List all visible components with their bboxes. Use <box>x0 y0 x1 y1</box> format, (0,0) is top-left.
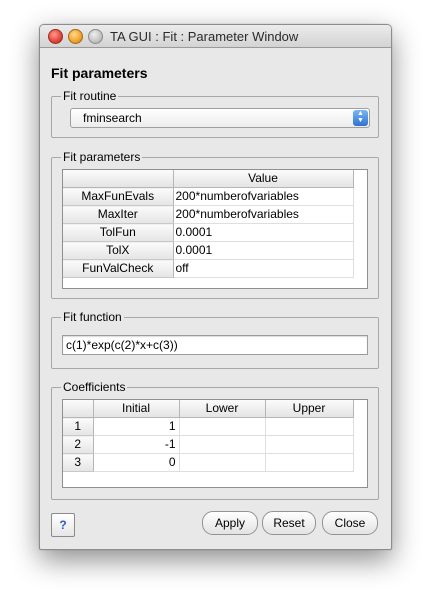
param-name: MaxIter <box>63 205 174 224</box>
minimize-window-icon[interactable] <box>68 29 83 44</box>
upper-column-header: Upper <box>265 400 354 418</box>
value-column-header: Value <box>173 170 354 188</box>
coefficients-group: Coefficients Initial Lower Upper 1 1 2 -… <box>51 380 379 500</box>
table-row: MaxIter 200*numberofvariables <box>63 205 354 224</box>
updown-arrows-icon: ▲ ▼ <box>353 110 368 126</box>
table-row: 3 0 <box>63 453 354 472</box>
help-button[interactable]: ? <box>51 513 75 537</box>
lower-cell[interactable] <box>179 435 266 454</box>
table-row: MaxFunEvals 200*numberofvariables <box>63 187 354 206</box>
table-row: FunValCheck off <box>63 259 354 278</box>
row-index: 1 <box>63 417 94 436</box>
page-title: Fit parameters <box>51 65 148 81</box>
initial-cell[interactable]: 1 <box>93 417 180 436</box>
lower-cell[interactable] <box>179 417 266 436</box>
param-value-cell[interactable]: 0.0001 <box>173 223 354 242</box>
fit-routine-group: Fit routine fminsearch ▲ ▼ <box>51 89 379 138</box>
lower-column-header: Lower <box>179 400 266 418</box>
fit-parameters-group: Fit parameters Value MaxFunEvals 200*num… <box>51 150 379 299</box>
fit-function-group: Fit function c(1)*exp(c(2)*x+c(3)) <box>51 310 379 369</box>
parameter-window: TA GUI : Fit : Parameter Window Fit para… <box>39 24 392 550</box>
upper-cell[interactable] <box>265 417 354 436</box>
coefficients-legend: Coefficients <box>61 380 128 394</box>
param-value-cell[interactable]: off <box>173 259 354 278</box>
title-bar[interactable]: TA GUI : Fit : Parameter Window <box>40 25 391 48</box>
reset-button[interactable]: Reset <box>262 511 316 535</box>
corner-header <box>63 400 94 418</box>
table-row: TolX 0.0001 <box>63 241 354 260</box>
param-name: TolFun <box>63 223 174 242</box>
fit-function-input[interactable]: c(1)*exp(c(2)*x+c(3)) <box>62 335 368 355</box>
param-name: TolX <box>63 241 174 260</box>
close-button[interactable]: Close <box>322 511 378 535</box>
row-index: 2 <box>63 435 94 454</box>
upper-cell[interactable] <box>265 435 354 454</box>
fit-routine-select[interactable]: fminsearch ▲ ▼ <box>70 108 370 128</box>
upper-cell[interactable] <box>265 453 354 472</box>
window-title: TA GUI : Fit : Parameter Window <box>110 29 299 44</box>
fit-routine-value: fminsearch <box>83 111 142 125</box>
corner-header <box>63 170 174 188</box>
apply-button[interactable]: Apply <box>202 511 258 535</box>
zoom-window-icon[interactable] <box>88 29 103 44</box>
close-window-icon[interactable] <box>48 29 63 44</box>
param-value-cell[interactable]: 0.0001 <box>173 241 354 260</box>
table-row: TolFun 0.0001 <box>63 223 354 242</box>
param-value-cell[interactable]: 200*numberofvariables <box>173 187 354 206</box>
row-index: 3 <box>63 453 94 472</box>
param-value-cell[interactable]: 200*numberofvariables <box>173 205 354 224</box>
table-row: 1 1 <box>63 417 354 436</box>
param-name: MaxFunEvals <box>63 187 174 206</box>
param-name: FunValCheck <box>63 259 174 278</box>
fit-function-value: c(1)*exp(c(2)*x+c(3)) <box>66 338 178 352</box>
table-row: 2 -1 <box>63 435 354 454</box>
initial-cell[interactable]: 0 <box>93 453 180 472</box>
fit-function-legend: Fit function <box>61 310 124 324</box>
initial-column-header: Initial <box>93 400 180 418</box>
parameters-table: Value MaxFunEvals 200*numberofvariables … <box>62 169 368 289</box>
coefficients-table: Initial Lower Upper 1 1 2 -1 3 0 <box>62 399 368 488</box>
fit-routine-legend: Fit routine <box>61 89 119 103</box>
initial-cell[interactable]: -1 <box>93 435 180 454</box>
fit-parameters-legend: Fit parameters <box>61 150 143 164</box>
lower-cell[interactable] <box>179 453 266 472</box>
